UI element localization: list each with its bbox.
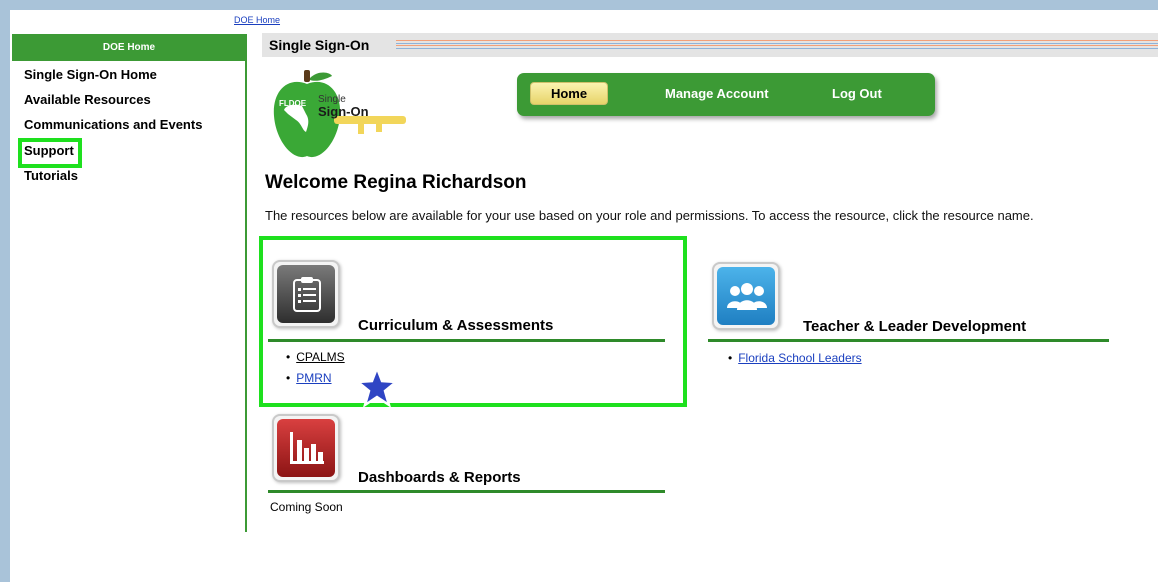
list-item: • CPALMS — [286, 350, 345, 364]
sidebar-item-support[interactable]: Support — [18, 138, 82, 168]
top-nav-bar: Home Manage Account Log Out — [517, 73, 935, 116]
bar-chart-glyph — [290, 432, 324, 464]
dashboards-rule — [268, 490, 665, 493]
curriculum-assessments-title[interactable]: Curriculum & Assessments — [358, 317, 553, 334]
sidebar-item-available-resources[interactable]: Available Resources — [24, 92, 202, 117]
bullet: • — [286, 371, 291, 385]
bullet: • — [728, 351, 733, 365]
people-group-icon[interactable] — [712, 262, 780, 330]
sidebar-header[interactable]: DOE Home — [12, 34, 246, 61]
sidebar-nav: Single Sign-On Home Available Resources … — [18, 67, 202, 193]
page-title-bar: Single Sign-On — [262, 33, 1158, 57]
curriculum-rule — [268, 339, 665, 342]
welcome-heading: Welcome Regina Richardson — [265, 172, 527, 193]
bar-chart-icon[interactable] — [272, 414, 340, 482]
sidebar-item-single-sign-on-home[interactable]: Single Sign-On Home — [24, 67, 202, 92]
florida-school-leaders-link[interactable]: Florida School Leaders — [738, 351, 861, 365]
tab-log-out[interactable]: Log Out — [832, 86, 882, 101]
teacher-rule — [708, 339, 1109, 342]
people-glyph — [727, 283, 767, 310]
list-item: • PMRN — [286, 371, 332, 385]
pmrn-link[interactable]: PMRN — [296, 371, 331, 385]
star-icon — [356, 366, 398, 408]
logo-signon-text: Sign-On — [318, 104, 369, 119]
window-frame-left — [0, 0, 10, 582]
bullet: • — [286, 350, 291, 364]
cpalms-link[interactable]: CPALMS — [296, 350, 344, 364]
clipboard-glyph — [293, 277, 321, 312]
clipboard-icon[interactable] — [272, 260, 340, 328]
sidebar-divider — [245, 34, 247, 532]
intro-text: The resources below are available for yo… — [265, 208, 1034, 223]
coming-soon-text: Coming Soon — [270, 500, 343, 514]
doe-home-breadcrumb-link[interactable]: DOE Home — [234, 15, 280, 25]
window-frame-top — [0, 0, 1158, 10]
tab-home[interactable]: Home — [530, 82, 608, 105]
tab-manage-account[interactable]: Manage Account — [665, 86, 769, 101]
page-title: Single Sign-On — [269, 37, 370, 53]
sidebar-item-tutorials[interactable]: Tutorials — [24, 168, 202, 193]
title-decoration-lines — [396, 40, 1158, 50]
list-item: • Florida School Leaders — [728, 351, 862, 365]
teacher-leader-development-title[interactable]: Teacher & Leader Development — [803, 318, 1026, 335]
logo-badge-text: FLDOE — [279, 99, 307, 108]
dashboards-reports-title[interactable]: Dashboards & Reports — [358, 469, 521, 486]
